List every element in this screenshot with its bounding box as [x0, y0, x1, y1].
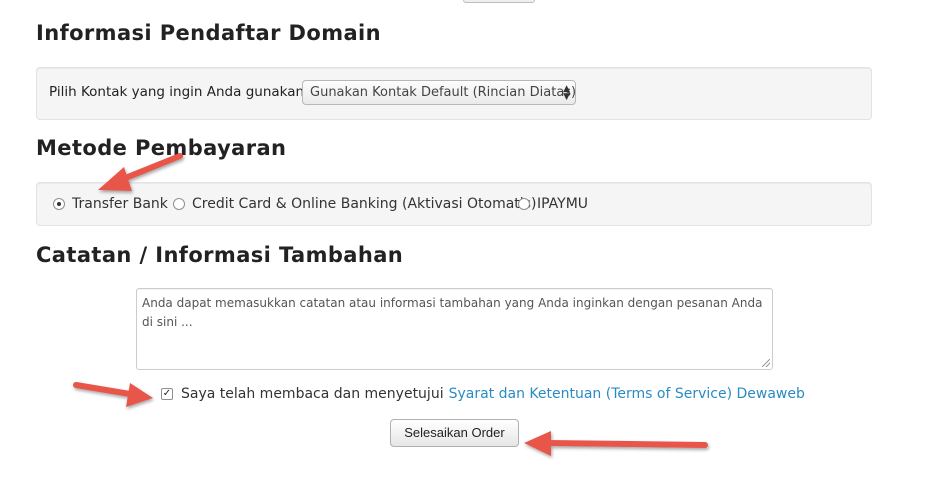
registrant-contact-panel: Pilih Kontak yang ingin Anda gunakan: Gu…: [36, 67, 872, 120]
contact-select-label: Pilih Kontak yang ingin Anda gunakan:: [49, 84, 309, 100]
payment-method-panel: Transfer Bank Credit Card & Online Banki…: [36, 182, 872, 226]
payment-option-ipaymu[interactable]: IPAYMU: [518, 196, 588, 212]
contact-select[interactable]: Gunakan Kontak Default (Rincian Diatas) …: [302, 80, 576, 105]
payment-option-label: Transfer Bank: [72, 196, 168, 212]
tos-checkbox[interactable]: ✓: [161, 388, 173, 400]
tos-agreement[interactable]: ✓ Saya telah membaca dan menyetujui Syar…: [161, 386, 805, 402]
resize-grip-icon[interactable]: [762, 359, 770, 367]
tos-link[interactable]: Syarat dan Ketentuan (Terms of Service) …: [449, 386, 805, 402]
payment-option-label: IPAYMU: [537, 196, 589, 212]
arrow-to-submit-button-icon: [524, 431, 708, 456]
complete-order-button[interactable]: Selesaikan Order: [390, 419, 519, 447]
notes-textarea-text: Anda dapat memasukkan catatan atau infor…: [142, 296, 763, 329]
payment-option-label: Credit Card & Online Banking (Aktivasi O…: [192, 196, 537, 212]
select-arrows-icon: ▲ ▼: [563, 83, 570, 102]
tos-text: Saya telah membaca dan menyetujui: [181, 386, 444, 402]
notes-textarea[interactable]: Anda dapat memasukkan catatan atau infor…: [136, 288, 773, 370]
registrant-heading: Informasi Pendaftar Domain: [36, 21, 382, 45]
radio-transfer-bank[interactable]: [53, 198, 65, 210]
top-tab-edge: [463, 0, 535, 3]
payment-heading: Metode Pembayaran: [36, 136, 287, 160]
payment-option-transfer-bank[interactable]: Transfer Bank: [53, 196, 168, 212]
payment-option-credit-card[interactable]: Credit Card & Online Banking (Aktivasi O…: [173, 196, 536, 212]
contact-select-value: Gunakan Kontak Default (Rincian Diatas): [310, 85, 577, 100]
radio-ipaymu[interactable]: [518, 198, 530, 210]
arrow-to-tos-checkbox-icon: [73, 382, 153, 407]
notes-heading: Catatan / Informasi Tambahan: [36, 243, 404, 267]
radio-credit-card[interactable]: [173, 198, 185, 210]
